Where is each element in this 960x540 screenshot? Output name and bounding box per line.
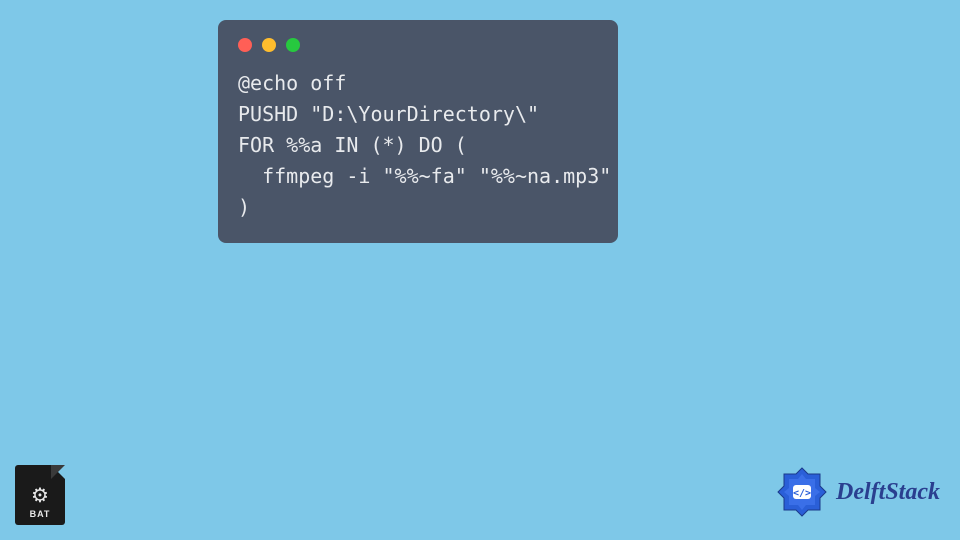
window-controls [238,38,598,52]
svg-text:</>: </> [793,488,811,499]
logo-mark-icon: </> [774,464,830,520]
close-icon [238,38,252,52]
delftstack-logo: </> DelftStack [774,464,940,520]
code-line: @echo off [238,71,346,95]
bat-file-icon: ⚙ BAT [15,465,65,525]
gear-icon: ⚙ [31,483,49,508]
code-line: ffmpeg -i "%%~fa" "%%~na.mp3" [238,164,611,188]
code-window: @echo off PUSHD "D:\YourDirectory\" FOR … [218,20,618,243]
bat-file-label: BAT [30,509,51,519]
code-line: ) [238,195,250,219]
logo-text: DelftStack [836,479,940,506]
code-line: PUSHD "D:\YourDirectory\" [238,102,539,126]
code-block: @echo off PUSHD "D:\YourDirectory\" FOR … [238,68,598,223]
minimize-icon [262,38,276,52]
code-line: FOR %%a IN (*) DO ( [238,133,467,157]
maximize-icon [286,38,300,52]
